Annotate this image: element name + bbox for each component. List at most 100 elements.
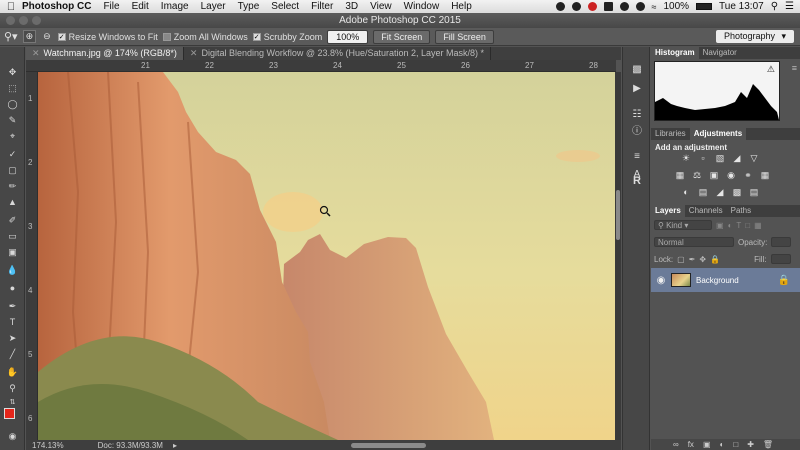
gradient-map-icon[interactable]: ▤ — [749, 188, 759, 197]
menu-view[interactable]: View — [370, 1, 392, 12]
lock-move-icon[interactable]: ✥ — [699, 255, 706, 264]
invert-icon[interactable]: ◐ — [681, 188, 691, 197]
battery-icon[interactable] — [696, 3, 713, 10]
horizontal-scrollbar[interactable] — [351, 443, 426, 448]
posterize-icon[interactable]: ▤ — [698, 188, 708, 197]
blur-icon[interactable]: 💧 — [6, 265, 19, 276]
color-lookup-icon[interactable]: ▦ — [760, 171, 770, 180]
doc-size[interactable]: Doc: 93.3M/93.3M — [98, 441, 163, 450]
zoom-tool-preset-icon[interactable]: ⚲▾ — [4, 30, 18, 43]
zoom-window-button[interactable] — [32, 16, 41, 25]
scrubby-zoom-checkbox[interactable]: ✓ Scrubby Zoom — [252, 32, 322, 42]
crop-icon[interactable]: ⌖ — [6, 131, 19, 142]
curves-icon[interactable]: ▧ — [715, 154, 725, 163]
link-layers-icon[interactable]: ∞ — [673, 440, 679, 449]
tab-paths[interactable]: Paths — [727, 205, 755, 217]
zoom-100-button[interactable]: 100% — [327, 29, 369, 44]
resize-windows-checkbox[interactable]: ✓ Resize Windows to Fit — [57, 32, 158, 42]
panel-menu-icon[interactable]: ≡ — [792, 63, 797, 73]
menu-layer[interactable]: Layer — [201, 1, 226, 12]
status-icon[interactable] — [555, 2, 565, 11]
tab-digital-blending[interactable]: ✕ Digital Blending Workflow @ 23.8% (Hue/… — [184, 47, 492, 60]
warning-icon[interactable]: ⚠ — [767, 64, 775, 75]
properties-panel-icon[interactable]: ☷ — [631, 109, 643, 121]
layer-lock-icon[interactable]: 🔒 — [778, 275, 790, 286]
path-select-icon[interactable]: ➤ — [6, 333, 19, 344]
quick-select-icon[interactable]: ✎ — [6, 115, 19, 126]
close-icon[interactable]: ✕ — [32, 48, 40, 58]
channel-mixer-icon[interactable]: ⚭ — [743, 171, 753, 180]
zoom-all-windows-checkbox[interactable]: Zoom All Windows — [162, 32, 248, 42]
tab-layers[interactable]: Layers — [651, 205, 685, 217]
selective-color-icon[interactable]: ▩ — [732, 188, 742, 197]
status-menu-icon[interactable]: ▸ — [173, 441, 177, 450]
fill-screen-button[interactable]: Fill Screen — [435, 29, 494, 44]
foreground-color-swatch[interactable] — [4, 408, 15, 419]
lock-paint-icon[interactable]: ✒ — [689, 255, 696, 264]
status-icon[interactable] — [571, 2, 581, 11]
filter-adjust-icon[interactable]: ◐ — [728, 221, 733, 230]
lasso-icon[interactable]: ◯ — [6, 99, 19, 110]
status-icon[interactable] — [635, 2, 645, 11]
marquee-icon[interactable]: ⬚ — [6, 83, 19, 94]
tab-libraries[interactable]: Libraries — [651, 128, 690, 140]
move-icon[interactable]: ✥ — [6, 67, 19, 78]
layer-kind-select[interactable]: ⚲ Kind ▾ — [654, 220, 712, 230]
eye-icon[interactable]: ◉ — [651, 275, 671, 286]
clock[interactable]: Tue 13:07 — [719, 1, 764, 12]
tab-navigator[interactable]: Navigator — [699, 47, 741, 59]
eraser-icon[interactable]: ▭ — [6, 231, 19, 242]
tab-histogram[interactable]: Histogram — [651, 47, 699, 59]
filter-smart-icon[interactable]: ▦ — [754, 221, 762, 230]
info-panel-icon[interactable]: ⓘ — [631, 126, 643, 138]
fit-screen-button[interactable]: Fit Screen — [373, 29, 431, 44]
layer-style-icon[interactable]: fx — [688, 440, 694, 449]
blend-mode-select[interactable]: Normal — [654, 237, 734, 247]
dodge-icon[interactable]: ● — [6, 283, 19, 294]
status-icon[interactable] — [587, 2, 597, 11]
menu-help[interactable]: Help — [451, 1, 472, 12]
exposure-icon[interactable]: ◢ — [732, 154, 742, 163]
eyedropper-icon[interactable]: ✓ — [6, 149, 19, 160]
gradient-icon[interactable]: ▣ — [6, 247, 19, 258]
color-balance-icon[interactable]: ⚖ — [692, 171, 702, 180]
raw-panel-icon[interactable]: R — [631, 175, 643, 187]
healing-icon[interactable]: ▢ — [6, 165, 19, 176]
delete-layer-icon[interactable]: 🗑 — [763, 440, 773, 449]
scroll-thumb[interactable] — [616, 190, 620, 240]
adjustment-layer-icon[interactable]: ◐ — [720, 440, 725, 449]
wifi-icon[interactable]: ≈ — [652, 2, 657, 12]
canvas-image[interactable] — [38, 72, 615, 440]
brightness-icon[interactable]: ☀ — [681, 154, 691, 163]
notification-icon[interactable]: ☰ — [785, 1, 794, 12]
menu-3d[interactable]: 3D — [345, 1, 358, 12]
group-icon[interactable]: □ — [733, 440, 738, 449]
layer-thumbnail[interactable] — [671, 273, 691, 287]
actions-panel-icon[interactable]: ▶ — [631, 83, 643, 95]
opacity-field[interactable] — [771, 237, 792, 247]
levels-icon[interactable]: ▫ — [698, 154, 708, 163]
status-icon[interactable] — [619, 2, 629, 11]
vibrance-icon[interactable]: ▽ — [749, 154, 759, 163]
filter-pixel-icon[interactable]: ▣ — [716, 221, 724, 230]
black-white-icon[interactable]: ▣ — [709, 171, 719, 180]
threshold-icon[interactable]: ◢ — [715, 188, 725, 197]
layer-row-background[interactable]: ◉ Background 🔒 — [651, 268, 800, 292]
menu-edit[interactable]: Edit — [132, 1, 149, 12]
clone-stamp-icon[interactable]: ▲ — [6, 197, 19, 208]
apple-menu-icon[interactable]:  — [0, 1, 22, 13]
zoom-icon[interactable]: ⚲ — [6, 383, 19, 394]
zoom-level[interactable]: 174.13% — [32, 441, 64, 450]
menu-window[interactable]: Window — [404, 1, 440, 12]
tab-channels[interactable]: Channels — [685, 205, 727, 217]
brush-icon[interactable]: ✏ — [6, 181, 19, 192]
close-window-button[interactable] — [6, 16, 15, 25]
type-icon[interactable]: T — [6, 317, 19, 328]
hue-saturation-icon[interactable]: ▦ — [675, 171, 685, 180]
minimize-window-button[interactable] — [19, 16, 28, 25]
new-layer-icon[interactable]: ✚ — [747, 440, 754, 449]
menu-image[interactable]: Image — [161, 1, 189, 12]
history-brush-icon[interactable]: ✐ — [6, 215, 19, 226]
menu-select[interactable]: Select — [271, 1, 299, 12]
spotlight-icon[interactable]: ⚲ — [771, 1, 778, 12]
